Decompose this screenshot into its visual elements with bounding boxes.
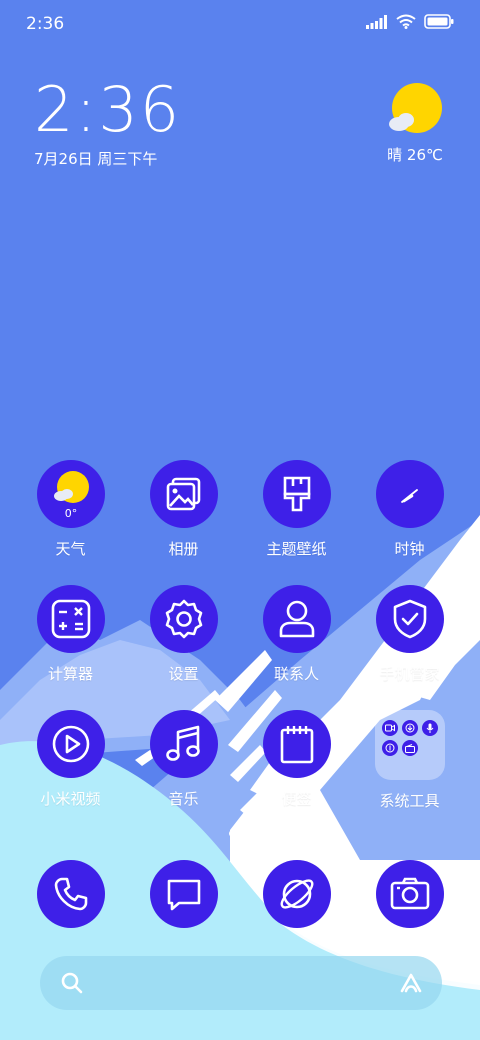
planet-icon <box>262 860 331 928</box>
weather-icon: 0° <box>36 460 105 528</box>
dock-camera[interactable] <box>353 860 466 930</box>
message-icon <box>149 860 218 928</box>
dock-phone[interactable] <box>14 860 127 930</box>
app-row: 小米视频 音乐 便签 系统工具 <box>14 710 466 835</box>
play-icon <box>36 710 105 778</box>
folder-system-tools[interactable]: 系统工具 <box>353 710 466 835</box>
status-icons <box>366 14 454 29</box>
dock-messages[interactable] <box>127 860 240 930</box>
app-weather[interactable]: 0° 天气 <box>14 460 127 585</box>
app-label: 相册 <box>168 540 199 558</box>
app-label: 主题壁纸 <box>266 540 327 558</box>
radio-mini-icon <box>401 740 418 756</box>
app-calculator[interactable]: 计算器 <box>14 585 127 710</box>
weather-text: 晴 26℃ <box>387 146 443 164</box>
gallery-icon <box>149 460 218 528</box>
clock-time: 2:36 <box>34 73 182 146</box>
app-label: 计算器 <box>47 665 93 683</box>
search-bar[interactable] <box>40 956 442 1010</box>
app-label: 音乐 <box>168 790 199 808</box>
folder-icon <box>374 710 445 780</box>
contact-icon <box>262 585 331 653</box>
app-label: 小米视频 <box>40 790 101 808</box>
app-row: 计算器 设置 联系人 手机管家 <box>14 585 466 710</box>
page-dot[interactable] <box>229 830 236 837</box>
notes-icon <box>262 710 331 778</box>
wifi-icon <box>396 14 416 29</box>
app-notes[interactable]: 便签 <box>240 710 353 835</box>
assistant-icon[interactable] <box>398 970 424 996</box>
app-label: 天气 <box>55 540 86 558</box>
camera-icon <box>375 860 444 928</box>
clock-widget[interactable]: 2:36 7月26日 周三下午 <box>34 78 181 169</box>
search-icon[interactable] <box>60 971 84 995</box>
page-dot[interactable] <box>244 830 251 837</box>
app-label: 便签 <box>281 790 312 808</box>
app-music[interactable]: 音乐 <box>127 710 240 835</box>
brush-icon <box>262 460 331 528</box>
download-mini-icon <box>401 720 418 736</box>
app-video[interactable]: 小米视频 <box>14 710 127 835</box>
app-themes[interactable]: 主题壁纸 <box>240 460 353 585</box>
app-contacts[interactable]: 联系人 <box>240 585 353 710</box>
phone-icon <box>36 860 105 928</box>
page-indicator <box>0 830 480 837</box>
battery-icon <box>424 14 454 29</box>
app-label: 手机管家 <box>379 665 440 683</box>
app-label: 联系人 <box>273 665 319 683</box>
shield-icon <box>375 585 444 653</box>
weather-widget[interactable]: 晴 26℃ <box>380 82 450 165</box>
dock-browser[interactable] <box>240 860 353 930</box>
status-bar: 2:36 <box>0 0 480 50</box>
status-time: 2:36 <box>26 14 65 34</box>
app-grid: 0° 天气 相册 主题壁纸 时钟 计算器 设置 联系人 手机管家 小米视频 音乐… <box>14 460 466 835</box>
calculator-icon <box>36 585 105 653</box>
weather-badge: 0° <box>64 507 77 520</box>
clock-date: 7月26日 周三下午 <box>34 150 158 168</box>
music-icon <box>149 710 218 778</box>
search-input[interactable] <box>96 956 386 1010</box>
signal-icon <box>366 14 387 29</box>
app-label: 设置 <box>168 665 199 683</box>
app-clock[interactable]: 时钟 <box>353 460 466 585</box>
sunny-cloud-icon <box>387 82 443 138</box>
app-settings[interactable]: 设置 <box>127 585 240 710</box>
dock <box>14 860 466 930</box>
gear-icon <box>149 585 218 653</box>
compass-mini-icon <box>381 740 398 756</box>
app-gallery[interactable]: 相册 <box>127 460 240 585</box>
app-security[interactable]: 手机管家 <box>353 585 466 710</box>
recorder-mini-icon <box>381 720 398 736</box>
app-row: 0° 天气 相册 主题壁纸 时钟 <box>14 460 466 585</box>
app-label: 时钟 <box>394 540 425 558</box>
clock-icon <box>375 460 444 528</box>
app-label: 系统工具 <box>379 792 440 810</box>
mic-mini-icon <box>421 720 438 736</box>
